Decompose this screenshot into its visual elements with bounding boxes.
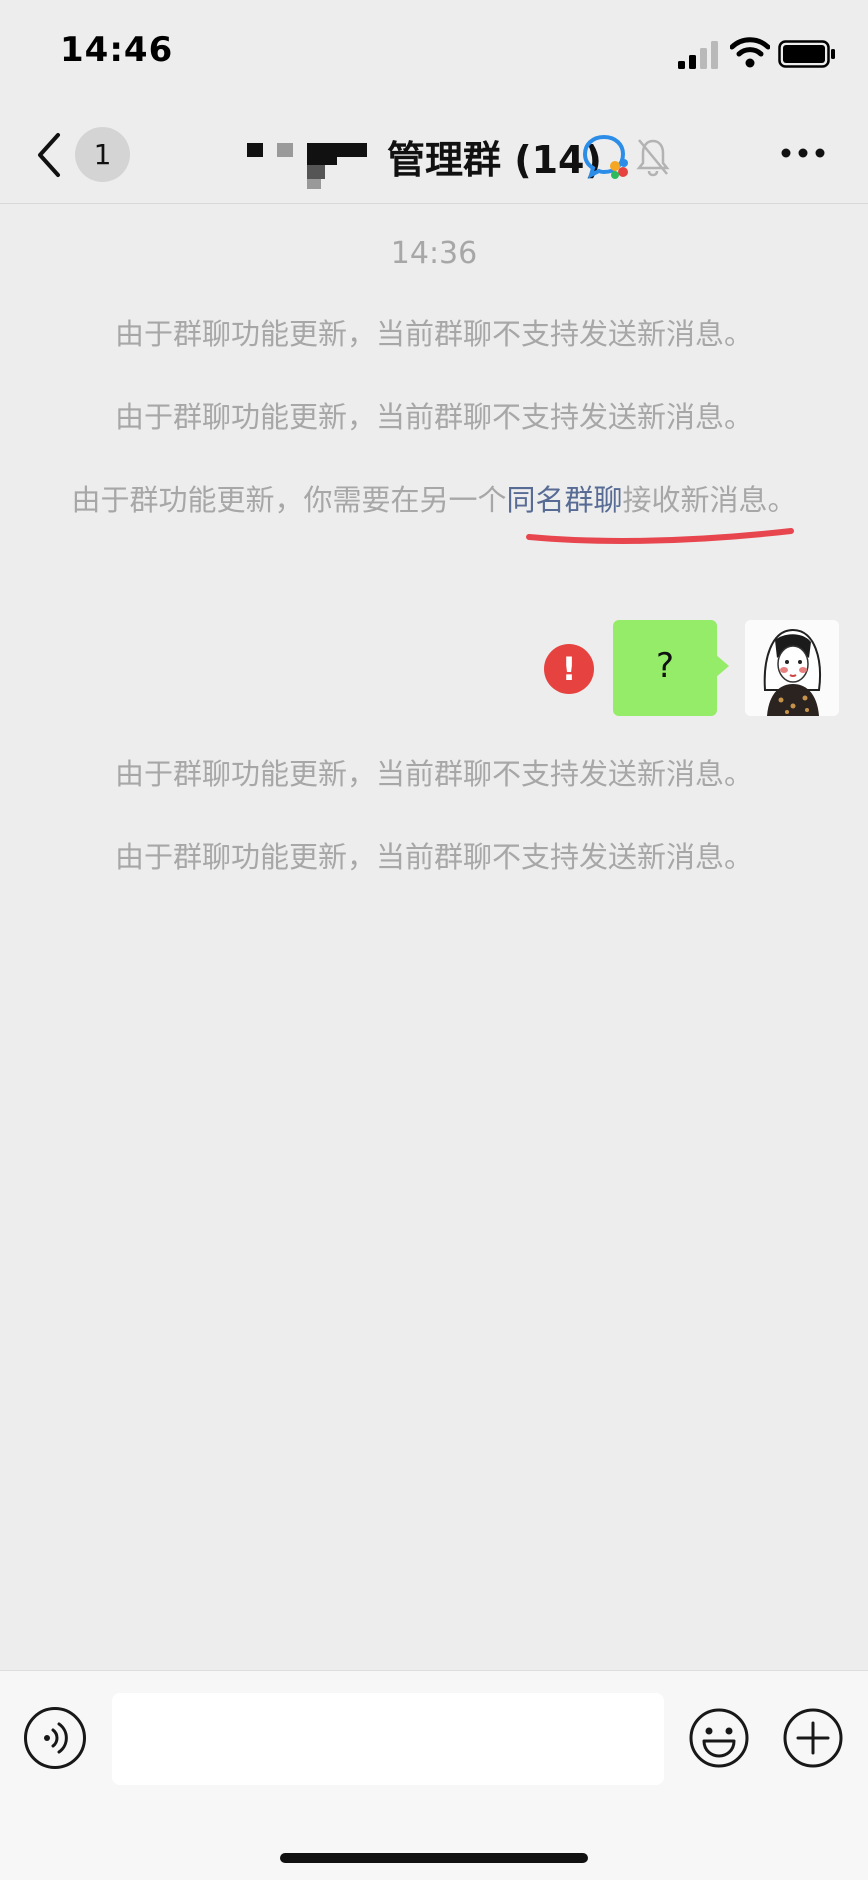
wecom-icon bbox=[582, 134, 628, 179]
sent-message-bubble[interactable]: ? bbox=[613, 620, 729, 716]
avatar[interactable] bbox=[745, 620, 839, 716]
message-list[interactable]: 14:36 由于群聊功能更新，当前群聊不支持发送新消息。 由于群聊功能更新，当前… bbox=[0, 204, 868, 1670]
back-icon[interactable] bbox=[34, 131, 64, 179]
mute-bell-icon bbox=[636, 139, 670, 177]
message-input[interactable] bbox=[112, 1693, 664, 1785]
system-message: 由于群聊功能更新，当前群聊不支持发送新消息。 bbox=[114, 400, 753, 434]
more-icon[interactable] bbox=[780, 145, 826, 161]
status-time: 14:46 bbox=[60, 30, 174, 70]
chat-title: 管理群 (14) bbox=[387, 138, 602, 182]
cellular-signal-icon bbox=[678, 41, 718, 69]
system-message-prefix: 由于群功能更新，你需要在另一个 bbox=[71, 483, 507, 517]
home-indicator bbox=[280, 1853, 588, 1863]
sent-message-row: ! ? bbox=[0, 620, 868, 720]
chat-header: 1 管理群 (14) bbox=[0, 105, 868, 204]
red-annotation-underline bbox=[526, 528, 794, 544]
wifi-icon bbox=[730, 37, 770, 68]
voice-icon[interactable] bbox=[24, 1707, 86, 1769]
emoji-icon[interactable] bbox=[688, 1707, 750, 1769]
unread-count-badge[interactable]: 1 bbox=[75, 127, 130, 182]
message-timestamp: 14:36 bbox=[390, 236, 478, 271]
send-failed-error-icon[interactable]: ! bbox=[544, 644, 594, 694]
system-message: 由于群聊功能更新，当前群聊不支持发送新消息。 bbox=[114, 757, 753, 791]
input-toolbar bbox=[0, 1670, 868, 1880]
system-message: 由于群聊功能更新，当前群聊不支持发送新消息。 bbox=[114, 840, 753, 874]
redacted-group-name bbox=[245, 135, 370, 191]
battery-icon bbox=[778, 40, 835, 68]
system-message-with-link: 由于群功能更新，你需要在另一个同名群聊接收新消息。 bbox=[60, 474, 808, 526]
sent-message-text: ? bbox=[655, 646, 675, 686]
status-bar: 14:46 bbox=[0, 0, 868, 105]
plus-icon[interactable] bbox=[782, 1707, 844, 1769]
same-name-group-link[interactable]: 同名群聊 bbox=[506, 483, 622, 517]
system-message: 由于群聊功能更新，当前群聊不支持发送新消息。 bbox=[114, 317, 753, 351]
system-message-suffix: 接收新消息。 bbox=[622, 483, 797, 517]
